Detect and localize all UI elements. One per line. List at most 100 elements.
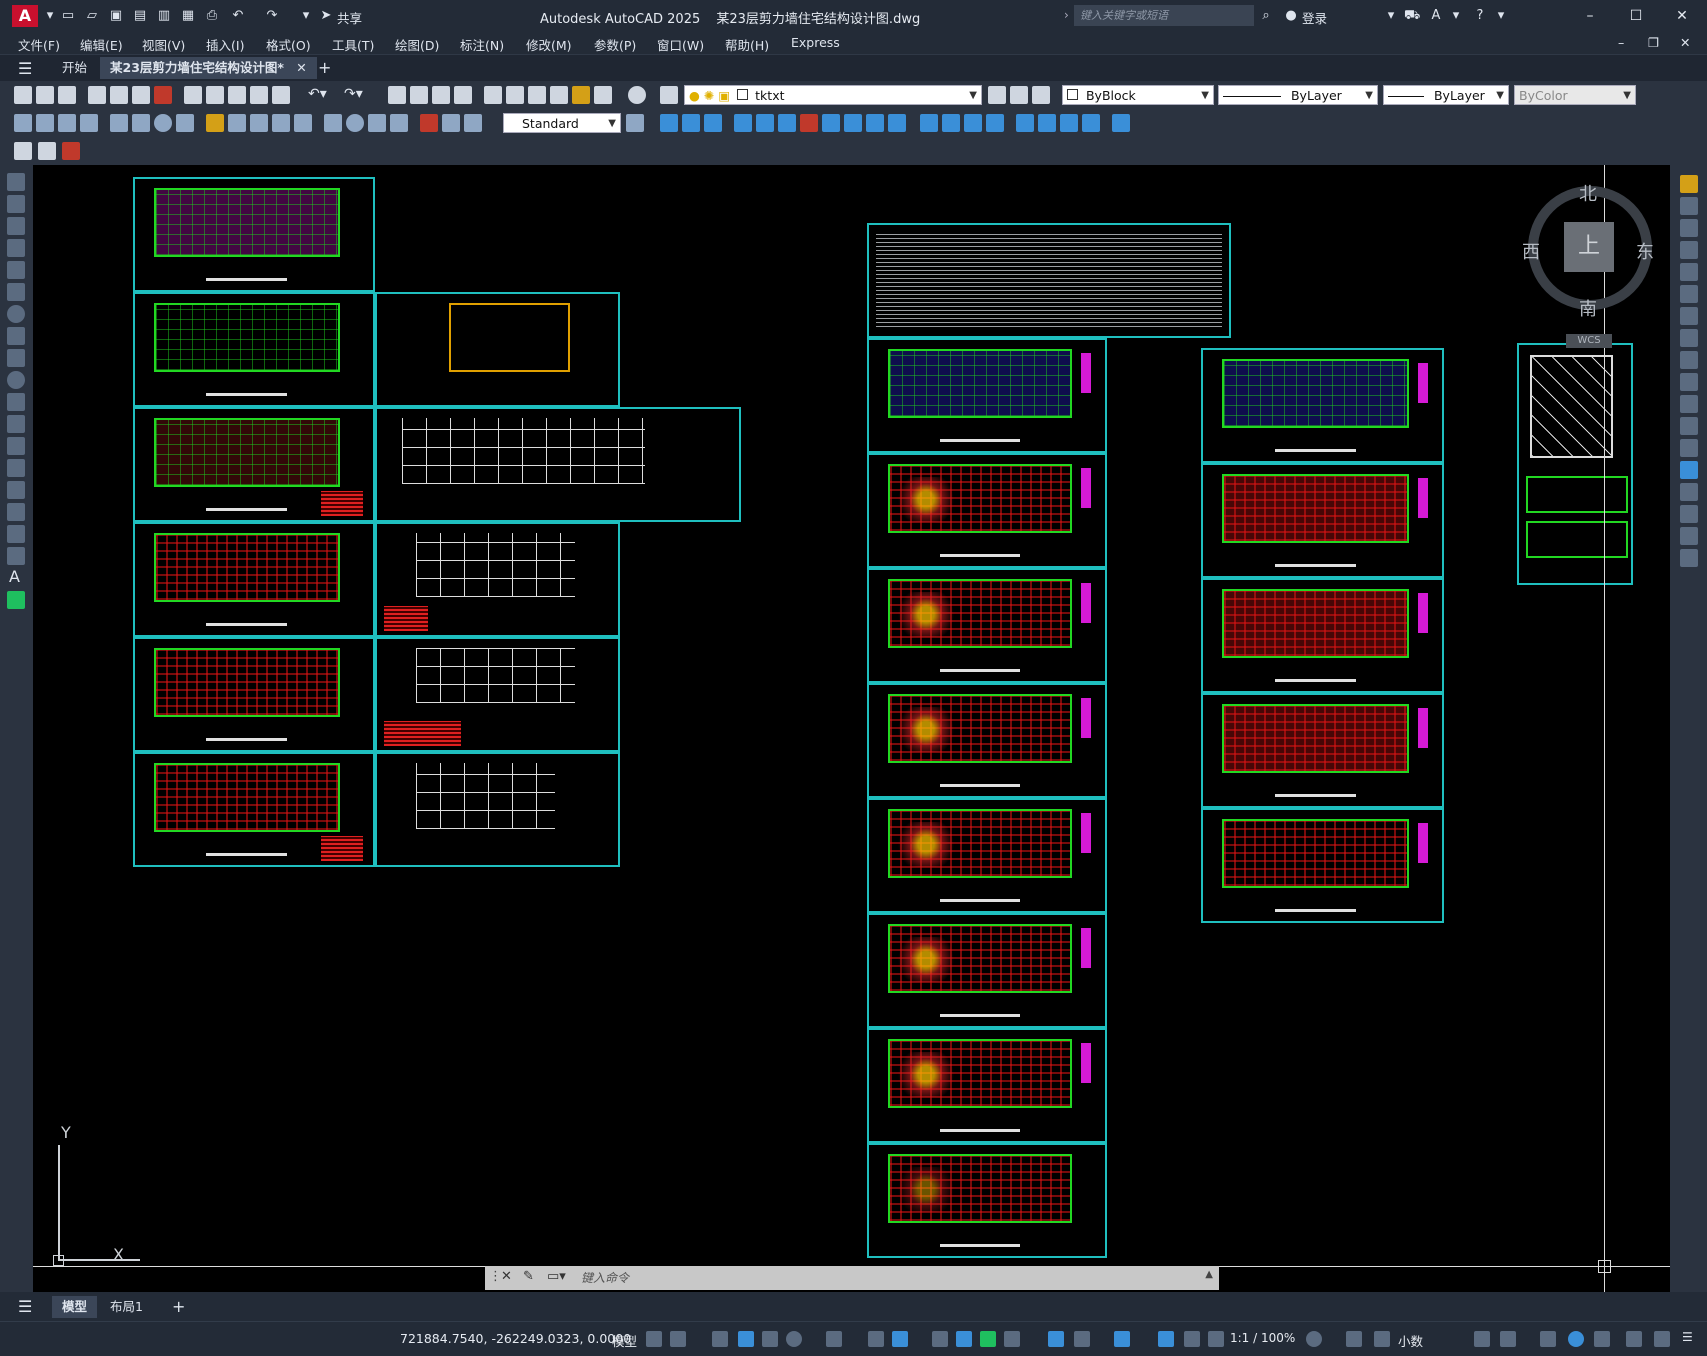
open-from-web-icon[interactable]: ▥	[156, 8, 172, 24]
lock-ui-icon[interactable]	[1500, 1331, 1516, 1347]
cut-icon[interactable]	[184, 86, 202, 104]
continue-dimension-icon[interactable]	[250, 114, 268, 132]
object-snap-icon[interactable]	[892, 1331, 908, 1347]
drawing-sheet[interactable]	[1201, 348, 1444, 463]
trim-icon[interactable]	[1680, 373, 1698, 391]
fillet-icon[interactable]	[1680, 505, 1698, 523]
copy-icon[interactable]	[1680, 197, 1698, 215]
explode-icon[interactable]	[1016, 114, 1034, 132]
workspace-gear-icon[interactable]	[1306, 1331, 1322, 1347]
help-icon[interactable]	[628, 86, 646, 104]
search-icon[interactable]: ⌕	[1258, 8, 1274, 24]
new-tab-button[interactable]: +	[308, 57, 341, 79]
drawing-sheet[interactable]	[133, 292, 375, 407]
layer-dropdown[interactable]: ● ✺ ▣ tktxt ▼	[684, 85, 982, 105]
circle-icon[interactable]	[7, 305, 25, 323]
arc-icon[interactable]	[7, 283, 25, 301]
undo-icon[interactable]: ↶▾	[308, 86, 327, 102]
drawing-sheet[interactable]	[867, 568, 1107, 683]
add-layout-button[interactable]: +	[162, 1296, 195, 1318]
stretch-icon[interactable]	[844, 114, 862, 132]
drawing-sheet[interactable]	[867, 683, 1107, 798]
dimension-update-icon[interactable]	[464, 114, 482, 132]
user-icon[interactable]: ●	[1283, 8, 1299, 24]
grid-icon[interactable]	[646, 1331, 662, 1347]
drawing-sheet[interactable]	[867, 913, 1107, 1028]
chevron-right-icon[interactable]: ›	[1064, 8, 1069, 22]
customization-icon[interactable]	[1654, 1331, 1670, 1347]
copy-icon[interactable]	[206, 86, 224, 104]
annotation-visibility-icon[interactable]	[1158, 1331, 1174, 1347]
login-button[interactable]: 登录	[1302, 8, 1327, 27]
tab-active-document[interactable]: 某23层剪力墙住宅结构设计图* ✕	[100, 57, 317, 79]
polar-tracking-icon[interactable]	[786, 1331, 802, 1347]
lengthen-icon[interactable]	[1060, 114, 1078, 132]
erase-icon[interactable]	[800, 114, 818, 132]
quick-properties-icon[interactable]	[1474, 1331, 1490, 1347]
color-dropdown[interactable]: ByBlock ▼	[1062, 85, 1214, 105]
drawing-sheet[interactable]	[1201, 578, 1444, 693]
isolate-objects-icon[interactable]	[1540, 1331, 1556, 1347]
extend-icon[interactable]	[888, 114, 906, 132]
layer-properties-icon[interactable]	[660, 86, 678, 104]
pan-icon[interactable]	[388, 86, 406, 104]
coordinate-readout[interactable]: 721884.7540, -262249.0323, 0.0000	[400, 1331, 631, 1346]
close-button[interactable]: ✕	[1672, 6, 1692, 26]
dropdown-arrow-icon[interactable]: ▾	[42, 8, 58, 24]
move-icon[interactable]	[1680, 285, 1698, 303]
extend-icon[interactable]	[1680, 395, 1698, 413]
tolerance-icon[interactable]	[324, 114, 342, 132]
copy-object-icon[interactable]	[660, 114, 678, 132]
gizmo-icon[interactable]	[1114, 1331, 1130, 1347]
units-icon[interactable]	[1374, 1331, 1390, 1347]
hardware-acceleration-icon[interactable]	[1568, 1331, 1584, 1347]
tab-layout1[interactable]: 布局1	[100, 1296, 153, 1318]
save-to-web-icon[interactable]: ▦	[180, 8, 196, 24]
doc-close-button[interactable]: ✕	[1680, 35, 1690, 50]
dynamic-ucs-icon[interactable]	[1048, 1331, 1064, 1347]
rectangle-icon[interactable]	[7, 261, 25, 279]
ordinate-dimension-icon[interactable]	[80, 114, 98, 132]
drawing-sheet[interactable]	[867, 1143, 1107, 1258]
clean-screen-icon[interactable]	[1594, 1331, 1610, 1347]
command-history-icon[interactable]: ▭▾	[547, 1269, 566, 1284]
undo-icon[interactable]: ↶	[230, 8, 246, 24]
array-icon[interactable]	[1680, 263, 1698, 281]
drawing-sheet[interactable]	[133, 522, 375, 637]
align-icon[interactable]	[1082, 114, 1100, 132]
blend-curves-icon[interactable]	[1038, 114, 1056, 132]
share-icon[interactable]: ➤	[318, 8, 334, 24]
command-line[interactable]: ⋮ ✕ ✎ ▭▾ 键入命令 ▲	[485, 1266, 1219, 1290]
add-selected-icon[interactable]	[7, 591, 25, 609]
zoom-realtime-icon[interactable]	[410, 86, 428, 104]
object-snap-tracking-icon[interactable]	[826, 1331, 842, 1347]
save-as-icon[interactable]: ▤	[132, 8, 148, 24]
multiline-text-icon[interactable]: A	[9, 567, 20, 586]
redo-icon[interactable]: ↷▾	[344, 86, 363, 102]
drawing-sheet[interactable]	[133, 407, 375, 522]
draworder-icon[interactable]	[1112, 114, 1130, 132]
plot-preview-icon[interactable]	[110, 86, 128, 104]
stretch-icon[interactable]	[1680, 351, 1698, 369]
edit-text-icon[interactable]	[14, 142, 32, 160]
lineweight-dropdown[interactable]: ByLayer ▼	[1383, 85, 1509, 105]
minimize-button[interactable]: –	[1580, 6, 1600, 26]
region-icon[interactable]	[7, 525, 25, 543]
drawing-sheet[interactable]	[375, 522, 620, 637]
plot-icon[interactable]	[88, 86, 106, 104]
annotation-monitor-icon[interactable]	[1346, 1331, 1362, 1347]
join-icon[interactable]	[942, 114, 960, 132]
match-properties-icon[interactable]	[250, 86, 268, 104]
linetype-dropdown[interactable]: ByLayer ▼	[1218, 85, 1378, 105]
drawing-sheet[interactable]	[1201, 463, 1444, 578]
menu-express[interactable]: Express	[791, 35, 840, 50]
maximize-button[interactable]: ☐	[1626, 6, 1646, 26]
status-menu-icon[interactable]: ☰	[1682, 1330, 1693, 1344]
viewcube-east[interactable]: 东	[1636, 238, 1654, 264]
dimension-edit-icon[interactable]	[420, 114, 438, 132]
dimension-space-icon[interactable]	[272, 114, 290, 132]
drawing-sheet[interactable]	[133, 177, 375, 292]
annotation-scale-icon[interactable]	[1208, 1331, 1224, 1347]
rotate-icon[interactable]	[1680, 307, 1698, 325]
units-value[interactable]: 小数	[1398, 1331, 1423, 1350]
